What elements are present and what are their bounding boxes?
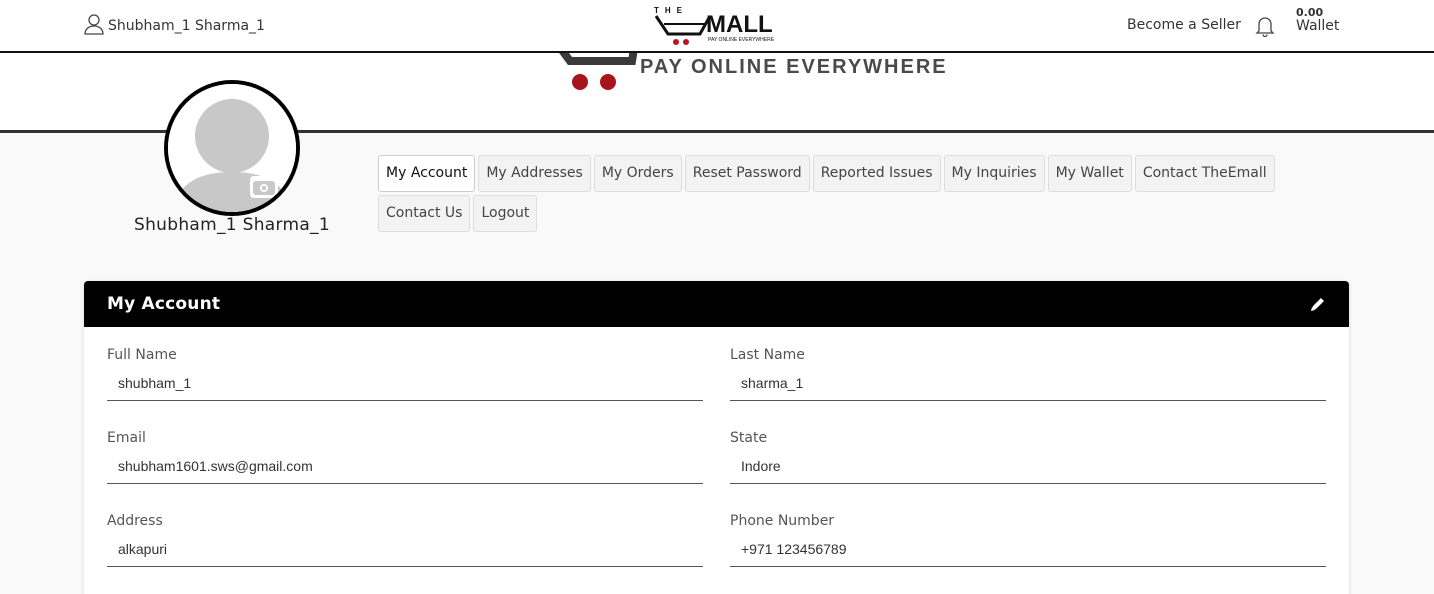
address-field: Address xyxy=(107,511,703,594)
my-account-card: My Account Full Name Last Name Email Sta… xyxy=(84,281,1349,594)
last-name-label: Last Name xyxy=(730,347,805,363)
wallet-amount: 0.00 xyxy=(1296,6,1324,19)
phone-field: Phone Number xyxy=(730,511,1326,594)
tab-my-account[interactable]: My Account xyxy=(378,155,476,192)
address-label: Address xyxy=(107,513,163,529)
user-menu-name: Shubham_1 Sharma_1 xyxy=(108,18,265,34)
state-field: State xyxy=(730,428,1326,511)
tab-my-addresses[interactable]: My Addresses xyxy=(478,155,591,192)
tab-contact-us[interactable]: Contact Us xyxy=(378,195,471,232)
card-title: My Account xyxy=(107,294,221,314)
camera-icon[interactable] xyxy=(250,176,278,198)
user-icon xyxy=(84,13,104,39)
banner-tagline: PAY ONLINE EVERYWHERE xyxy=(640,56,948,78)
wallet-label: Wallet xyxy=(1296,18,1340,34)
tab-reset-password[interactable]: Reset Password xyxy=(684,155,810,192)
account-tabs: My Account My Addresses My Orders Reset … xyxy=(378,155,1318,232)
email-label: Email xyxy=(107,430,146,446)
tab-contact-theemall[interactable]: Contact TheEmall xyxy=(1134,155,1275,192)
last-name-input[interactable] xyxy=(730,366,1326,401)
top-navbar: Shubham_1 Sharma_1 THE MALL PAY ONLINE E… xyxy=(0,0,1434,53)
pencil-icon[interactable] xyxy=(1309,295,1327,313)
user-menu-link[interactable]: Shubham_1 Sharma_1 xyxy=(84,13,265,39)
tab-my-orders[interactable]: My Orders xyxy=(593,155,682,192)
brand-tagline-text: PAY ONLINE EVERYWHERE xyxy=(708,37,775,43)
tab-logout[interactable]: Logout xyxy=(473,195,538,232)
address-input[interactable] xyxy=(107,532,703,567)
avatar xyxy=(164,80,300,216)
become-seller-link[interactable]: Become a Seller xyxy=(1127,17,1241,33)
tab-my-inquiries[interactable]: My Inquiries xyxy=(943,155,1045,192)
tab-reported-issues[interactable]: Reported Issues xyxy=(812,155,941,192)
wallet-link[interactable]: 0.00 Wallet xyxy=(1296,7,1339,34)
email-input[interactable] xyxy=(107,449,703,484)
the-mall-logo[interactable]: THE MALL PAY ONLINE EVERYWHERE xyxy=(650,4,782,48)
brand-top-text: THE xyxy=(654,6,688,15)
state-input[interactable] xyxy=(730,449,1326,484)
brand-name-text: MALL xyxy=(706,11,773,38)
full-name-label: Full Name xyxy=(107,347,177,363)
state-label: State xyxy=(730,430,768,446)
last-name-field: Last Name xyxy=(730,345,1326,428)
tab-my-wallet[interactable]: My Wallet xyxy=(1047,155,1132,192)
account-form: Full Name Last Name Email State Address … xyxy=(107,345,1326,594)
profile-name: Shubham_1 Sharma_1 xyxy=(134,215,330,235)
card-header: My Account xyxy=(84,281,1349,327)
bell-icon[interactable] xyxy=(1255,15,1275,38)
full-name-field: Full Name xyxy=(107,345,703,428)
phone-input[interactable] xyxy=(730,532,1326,567)
email-field: Email xyxy=(107,428,703,511)
full-name-input[interactable] xyxy=(107,366,703,401)
phone-label: Phone Number xyxy=(730,513,835,529)
